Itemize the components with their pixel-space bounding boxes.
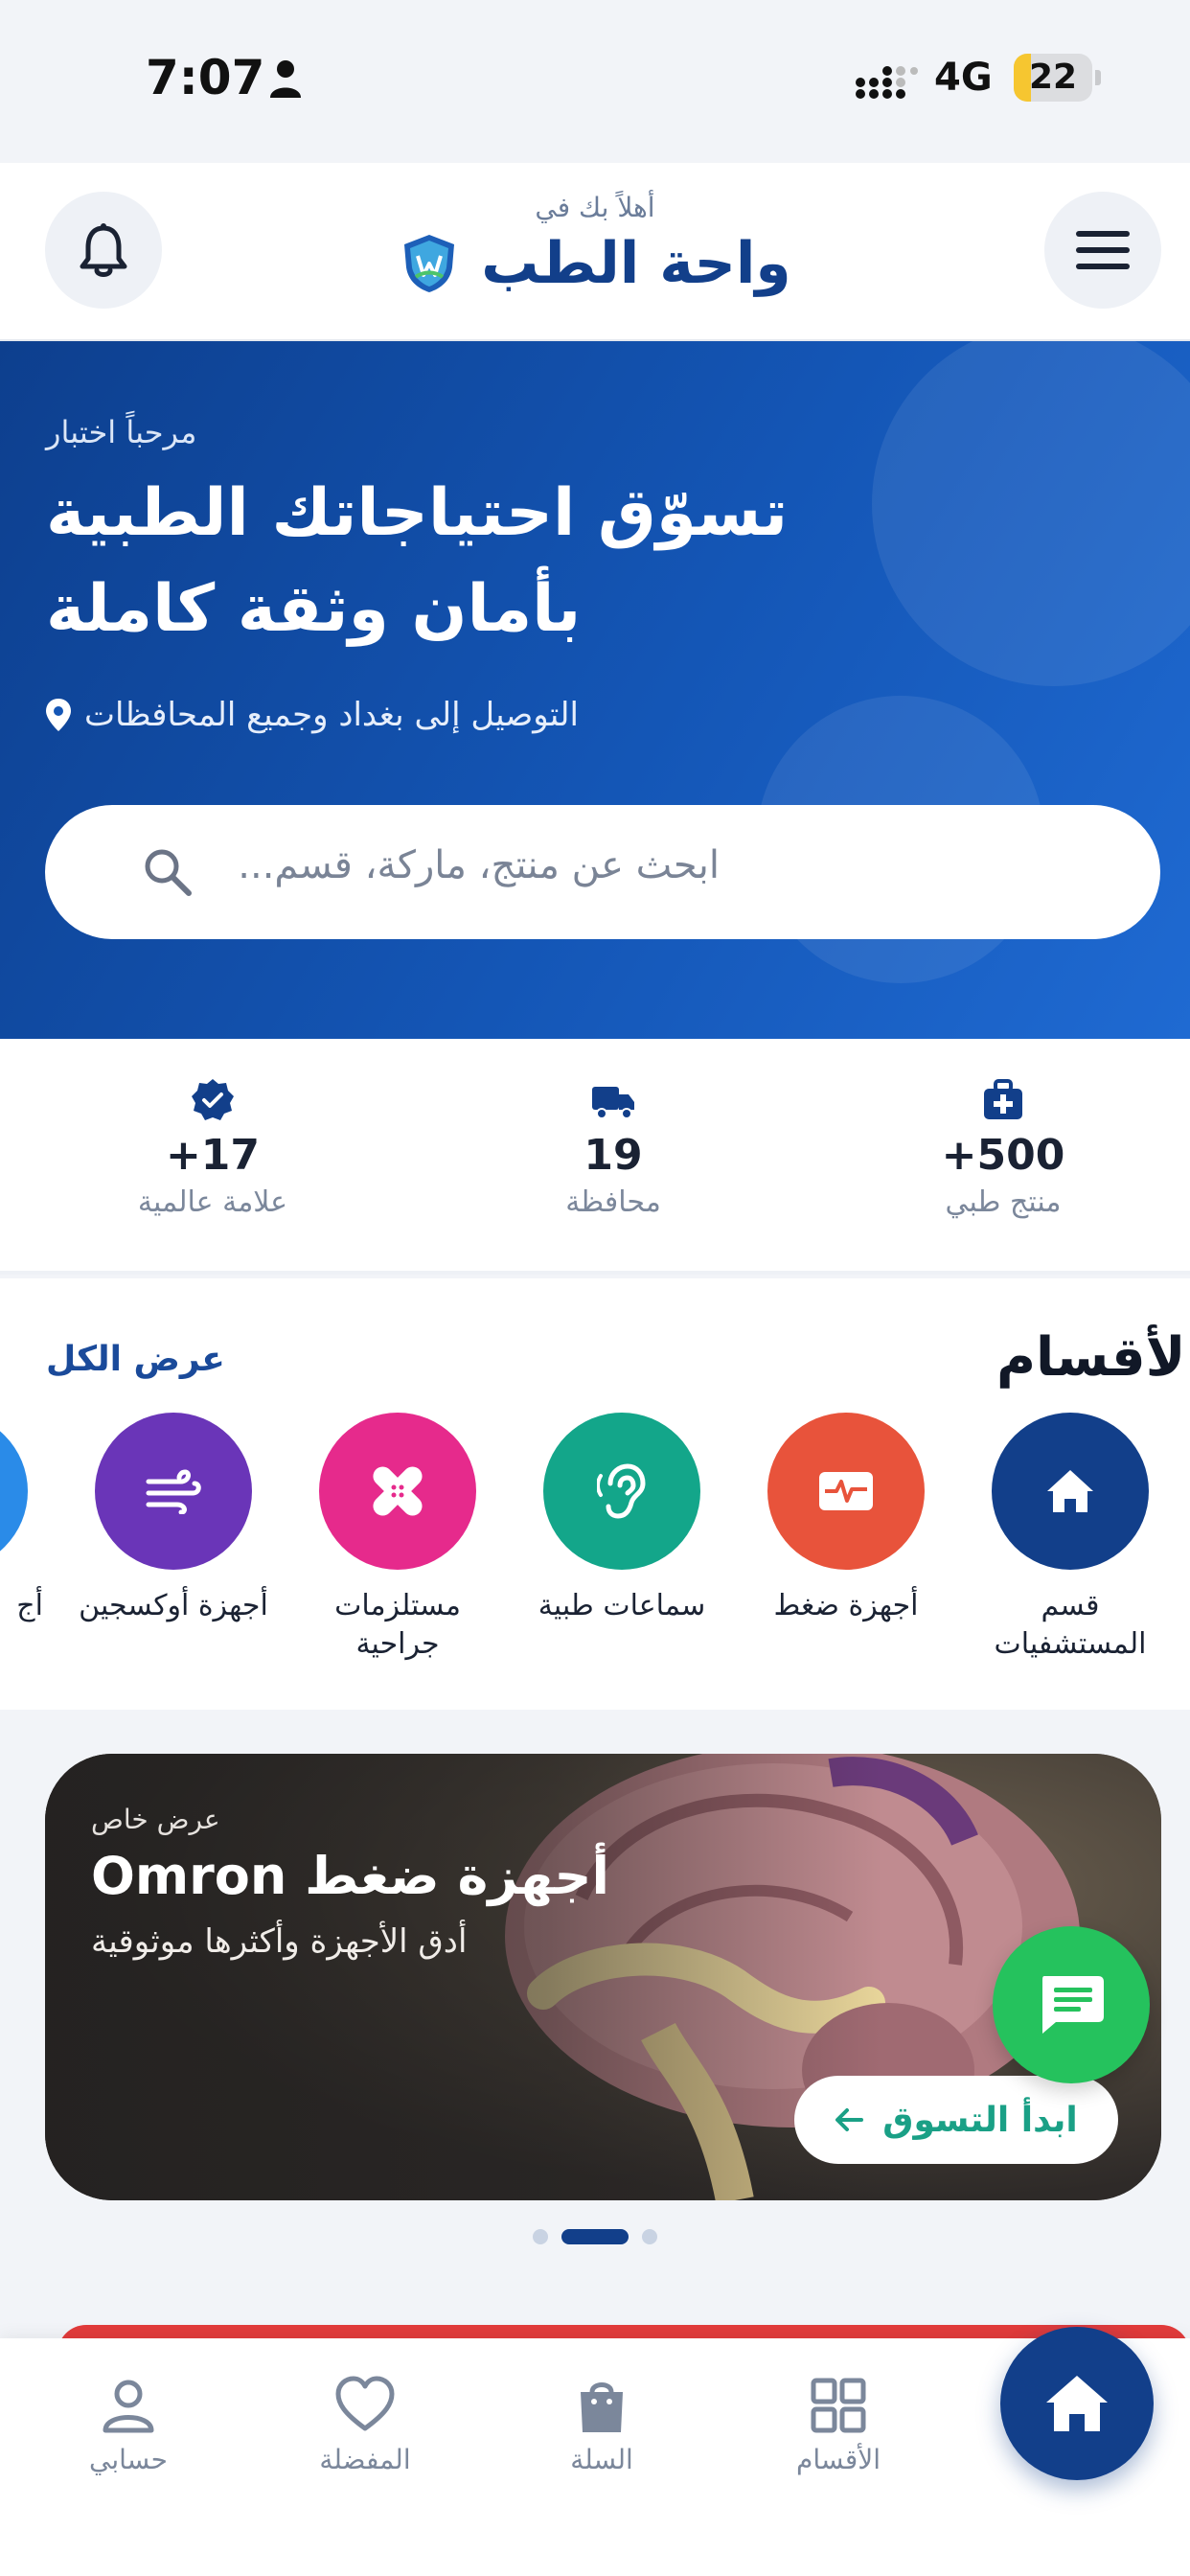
nav-label: حسابي <box>89 2444 168 2475</box>
category-icon-circle <box>95 1413 252 1570</box>
stat-label: محافظة <box>565 1185 661 1219</box>
signal-dots-icon <box>856 66 918 99</box>
shopping-bag-icon <box>581 2382 623 2432</box>
category-hearing-aids[interactable]: سماعات طبية <box>526 1413 718 1625</box>
category-surgical-supplies[interactable]: مستلزمات جراحية <box>302 1413 493 1664</box>
nav-label: السلة <box>570 2444 633 2475</box>
category-blood-pressure[interactable]: أجهزة ضغط <box>750 1413 942 1625</box>
category-icon-circle <box>543 1413 700 1570</box>
promo-title: أجهزة ضغط Omron <box>91 1846 609 1906</box>
wind-icon <box>146 1469 201 1514</box>
category-label: سماعات طبية <box>538 1589 706 1622</box>
delivery-text: التوصيل إلى بغداد وجميع المحافظات <box>84 696 579 734</box>
category-icon-circle <box>992 1413 1149 1570</box>
start-shopping-button[interactable]: ابدأ التسوق <box>794 2076 1118 2164</box>
shield-logo-icon <box>404 235 455 292</box>
chat-icon <box>1042 1976 1104 2034</box>
arrow-left-icon <box>835 2108 864 2131</box>
stats-section: +500 منتج طبي 19 محافظة +17 علامة عالمية <box>0 1039 1190 1275</box>
category-partial[interactable]: أج <box>0 1413 45 1625</box>
grid-icon <box>811 2378 866 2433</box>
welcome-text: أهلاً بك في <box>535 192 655 223</box>
status-bar: 7:07 4G 22 <box>0 0 1190 163</box>
status-time: 7:07 <box>146 50 265 105</box>
stat-governorates: 19 محافظة <box>469 1077 757 1219</box>
search-placeholder: ابحث عن منتج، ماركة، قسم... <box>238 843 720 887</box>
promo-tag: عرض خاص <box>91 1804 220 1835</box>
nav-cart[interactable]: السلة <box>506 2375 698 2475</box>
hero-title: تسوّق احتياجاتك الطبية بأمان وثقة كاملة <box>46 466 908 657</box>
carousel-indicator <box>0 2229 1190 2244</box>
categories-section: الأقسام عرض الكل قسم المستشفيات أجهزة ضغ… <box>0 1278 1190 1710</box>
nav-label: الأقسام <box>796 2444 881 2475</box>
stat-value: +500 <box>941 1131 1065 1180</box>
search-icon <box>145 849 192 896</box>
truck-icon <box>592 1087 634 1119</box>
carousel-dot-active[interactable] <box>561 2229 629 2244</box>
category-hospitals[interactable]: قسم المستشفيات <box>974 1413 1166 1664</box>
stat-brands: +17 علامة عالمية <box>69 1077 356 1219</box>
stat-value: +17 <box>165 1131 261 1180</box>
hero-title-line1: تسوّق احتياجاتك الطبية <box>46 475 789 551</box>
view-all-link[interactable]: عرض الكل <box>46 1340 225 1379</box>
delivery-info: التوصيل إلى بغداد وجميع المحافظات <box>46 696 579 734</box>
hero-greeting: مرحباً اختبار <box>46 414 197 450</box>
promo-subtitle: أدق الأجهزة وأكثرها موثوقية <box>91 1922 468 1961</box>
user-icon <box>103 2380 154 2433</box>
stat-value: 19 <box>584 1131 643 1180</box>
categories-title: الأقسام <box>996 1326 1190 1389</box>
category-icon-circle <box>319 1413 476 1570</box>
category-label: أجهزة ضغط <box>773 1589 919 1622</box>
heart-icon <box>335 2376 395 2431</box>
battery-text: 22 <box>1028 58 1078 97</box>
search-input[interactable]: ابحث عن منتج، ماركة، قسم... <box>45 805 1160 939</box>
nav-label: المفضلة <box>319 2444 411 2475</box>
promo-banner[interactable]: عرض خاص أجهزة ضغط Omron أدق الأجهزة وأكث… <box>45 1754 1161 2200</box>
brand-name: واحة الطب <box>481 230 791 297</box>
stat-label: علامة عالمية <box>137 1185 288 1219</box>
category-icon-circle <box>0 1413 28 1570</box>
heart-monitor-icon <box>819 1472 873 1510</box>
carousel-dot[interactable] <box>642 2229 657 2244</box>
app-header: أهلاً بك في واحة الطب <box>0 163 1190 341</box>
category-oxygen-devices[interactable]: أجهزة أوكسجين <box>78 1413 269 1625</box>
person-icon <box>270 60 301 98</box>
location-pin-icon <box>46 699 71 731</box>
category-label: مستلزمات جراحية <box>334 1589 461 1661</box>
home-button[interactable] <box>1000 2327 1154 2480</box>
category-icon-circle <box>767 1413 925 1570</box>
bandage-icon <box>373 1466 423 1516</box>
hero-title-line2: بأمان وثقة كاملة <box>46 571 582 647</box>
ear-icon <box>597 1463 646 1519</box>
category-label: أج <box>16 1589 43 1622</box>
medical-kit-icon <box>984 1079 1022 1119</box>
network-label: 4G <box>934 56 993 100</box>
nav-categories[interactable]: الأقسام <box>743 2375 934 2475</box>
verified-badge-icon <box>192 1079 234 1120</box>
chat-button[interactable] <box>993 1926 1150 2083</box>
category-label: أجهزة أوكسجين <box>79 1589 268 1622</box>
hero-banner: مرحباً اختبار تسوّق احتياجاتك الطبية بأم… <box>0 341 1190 1039</box>
home-icon <box>1046 2376 1108 2431</box>
home-icon <box>1047 1470 1093 1512</box>
stat-label: منتج طبي <box>945 1185 1062 1219</box>
nav-favorites[interactable]: المفضلة <box>269 2375 461 2475</box>
nav-account[interactable]: حسابي <box>33 2375 224 2475</box>
stat-products: +500 منتج طبي <box>859 1077 1147 1219</box>
battery-indicator: 22 <box>1014 54 1101 102</box>
cta-label: ابدأ التسوق <box>882 2100 1078 2140</box>
category-label: قسم المستشفيات <box>994 1589 1147 1661</box>
brand: واحة الطب <box>0 230 1190 297</box>
carousel-dot[interactable] <box>533 2229 548 2244</box>
